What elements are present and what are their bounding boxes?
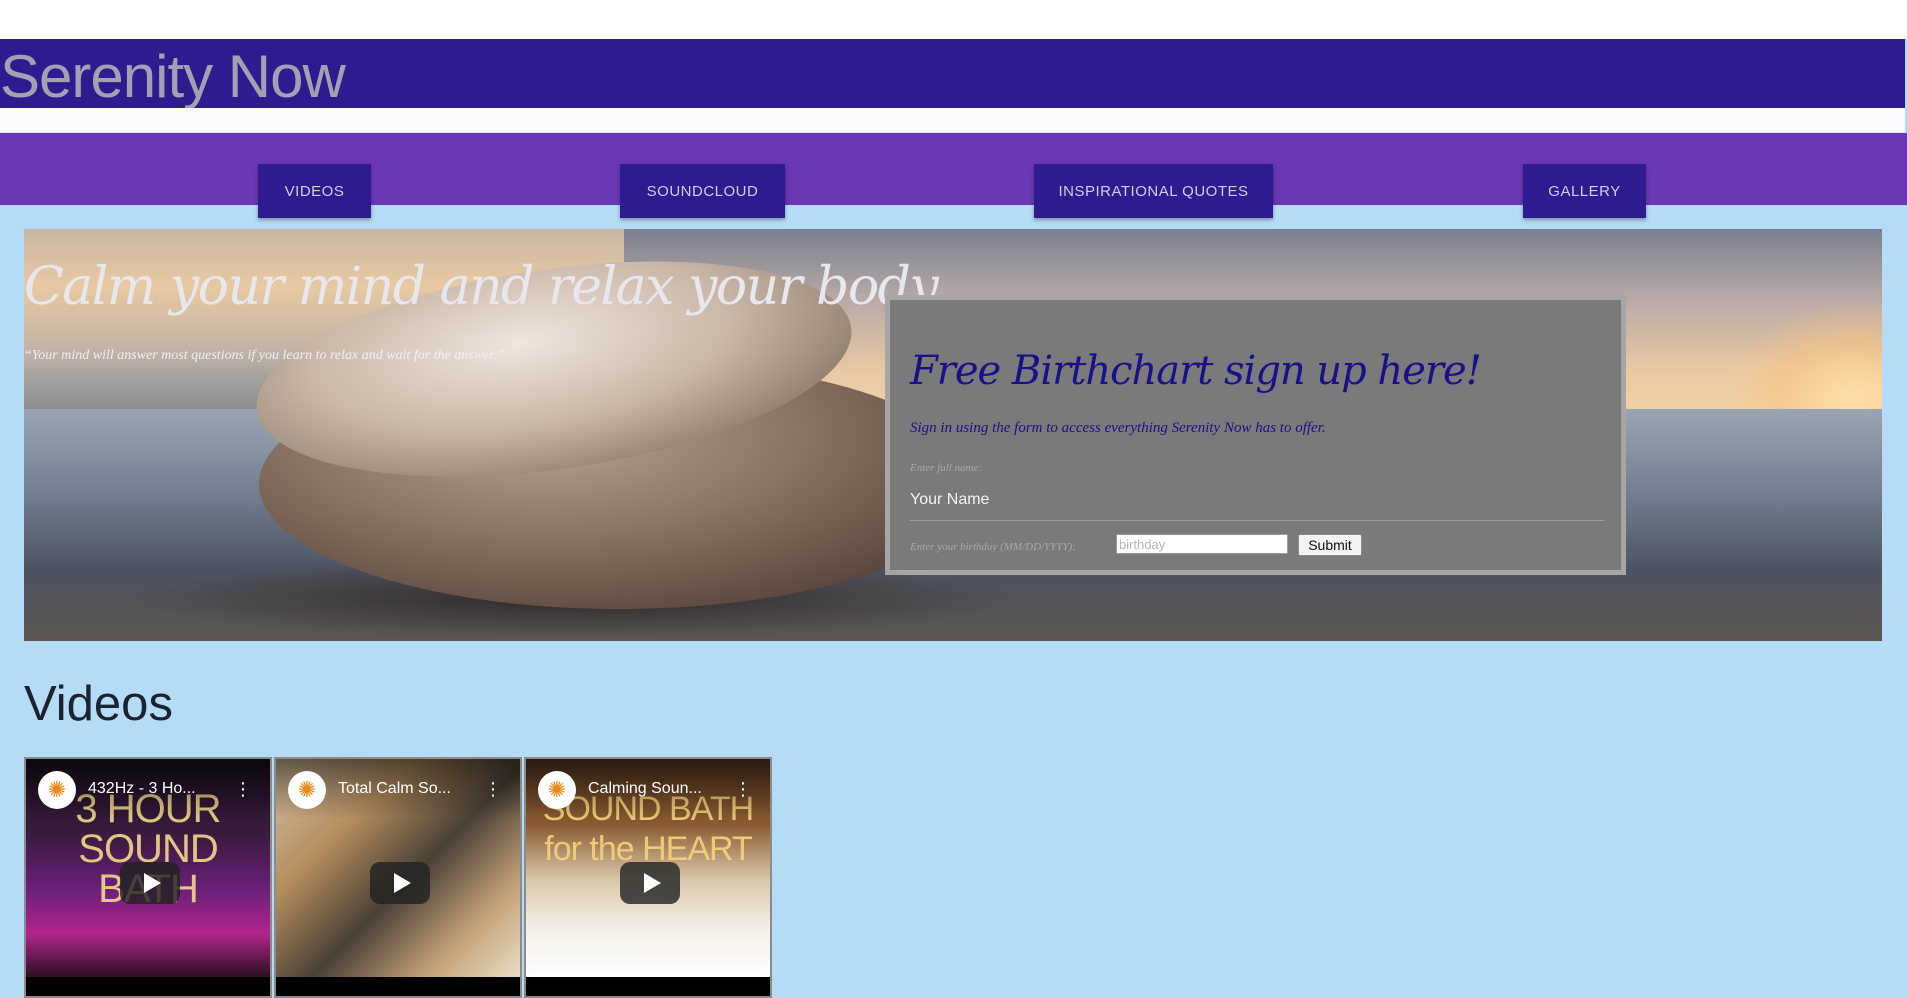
- video-embed-2[interactable]: ✺ Total Calm So... ⋮: [274, 757, 522, 998]
- play-icon: [143, 873, 161, 893]
- channel-avatar-icon[interactable]: ✺: [538, 771, 576, 809]
- more-options-icon[interactable]: ⋮: [234, 777, 252, 801]
- nav-inspirational-quotes-button[interactable]: INSPIRATIONAL QUOTES: [1034, 164, 1273, 218]
- hero-headline: Calm your mind and relax your body.: [24, 257, 947, 317]
- video-title[interactable]: Total Calm So...: [338, 780, 478, 798]
- submit-button[interactable]: Submit: [1298, 534, 1362, 556]
- video-embed-1[interactable]: 3 HOUR SOUND BATH ✺ 432Hz - 3 Ho... ⋮: [24, 757, 272, 998]
- header-gap: [0, 108, 1905, 133]
- video-title[interactable]: Calming Soun...: [588, 780, 728, 798]
- channel-avatar-icon[interactable]: ✺: [288, 771, 326, 809]
- birthday-label: Enter your birthday (MM/DD/YYYY):: [910, 541, 1076, 553]
- videos-heading: Videos: [24, 677, 173, 731]
- signup-subtitle: Sign in using the form to access everyth…: [910, 420, 1326, 436]
- name-label: Enter full name:: [910, 462, 983, 474]
- nav-gallery-button[interactable]: GALLERY: [1523, 164, 1646, 218]
- more-options-icon[interactable]: ⋮: [484, 777, 502, 801]
- play-button[interactable]: [120, 862, 180, 904]
- hero-quote: “Your mind will answer most questions if…: [24, 348, 505, 363]
- more-options-icon[interactable]: ⋮: [734, 777, 752, 801]
- video-embed-3[interactable]: SOUND BATH for the HEART ✺ Calming Soun.…: [524, 757, 772, 998]
- nav-videos-button[interactable]: VIDEOS: [258, 164, 371, 218]
- site-title: Serenity Now: [0, 43, 346, 110]
- birthday-input[interactable]: [1116, 534, 1288, 554]
- play-icon: [393, 873, 411, 893]
- nav-bar: VIDEOS SOUNDCLOUD INSPIRATIONAL QUOTES G…: [0, 133, 1907, 218]
- nav-soundcloud-button[interactable]: SOUNDCLOUD: [620, 164, 785, 218]
- video-title[interactable]: 432Hz - 3 Ho...: [88, 780, 228, 798]
- title-bar: Serenity Now: [0, 39, 1905, 110]
- play-button[interactable]: [370, 862, 430, 904]
- play-button[interactable]: [620, 862, 680, 904]
- top-whitespace: [0, 0, 1907, 39]
- play-icon: [643, 873, 661, 893]
- channel-avatar-icon[interactable]: ✺: [38, 771, 76, 809]
- full-name-input[interactable]: [910, 480, 1604, 521]
- signup-form: Free Birthchart sign up here! Sign in us…: [885, 295, 1626, 575]
- signup-title: Free Birthchart sign up here!: [910, 348, 1482, 394]
